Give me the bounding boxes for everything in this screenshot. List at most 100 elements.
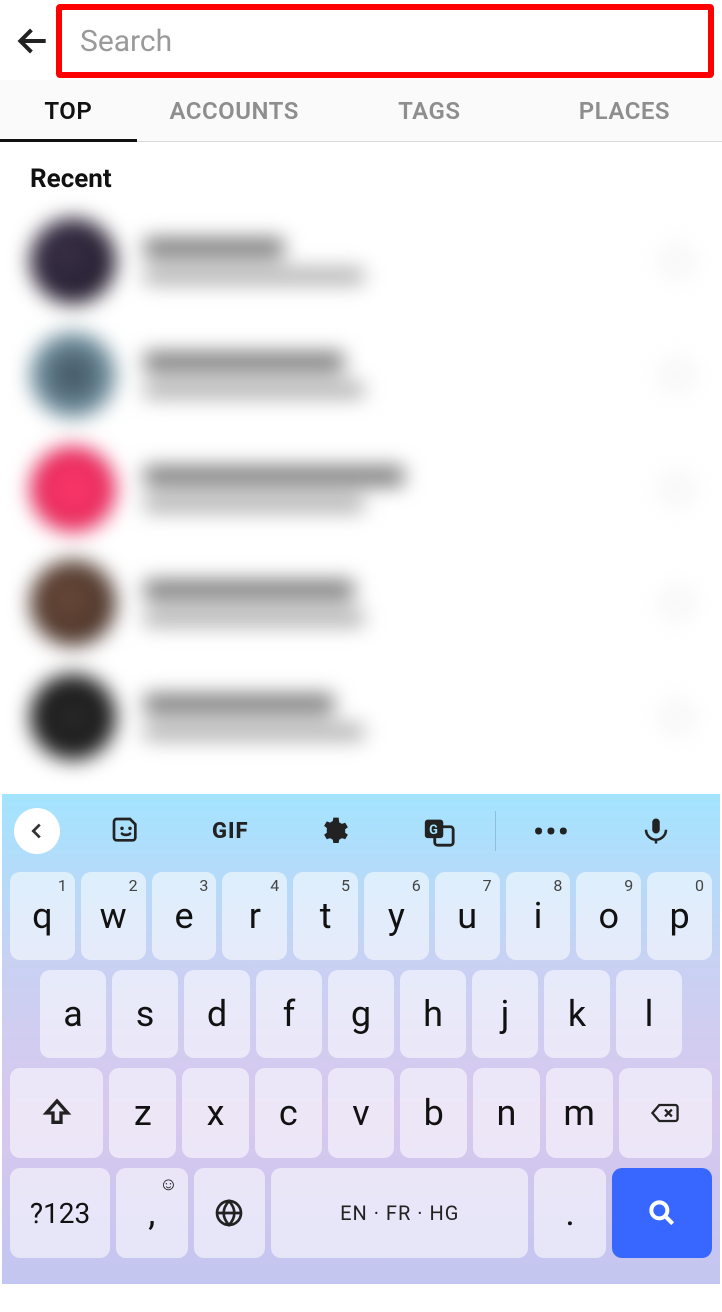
keyboard-settings-button[interactable] <box>282 794 386 868</box>
key-f[interactable]: f <box>256 970 322 1058</box>
key-m[interactable]: m <box>546 1068 613 1158</box>
emoji-hint: ☺ <box>159 1174 177 1195</box>
key-r[interactable]: r4 <box>222 872 287 960</box>
key-z[interactable]: z <box>109 1068 176 1158</box>
remove-recent-button[interactable] <box>662 360 692 390</box>
remove-recent-button[interactable] <box>662 474 692 504</box>
recent-list <box>0 204 722 774</box>
key-w[interactable]: w2 <box>81 872 146 960</box>
list-item[interactable] <box>30 660 692 774</box>
avatar <box>30 674 116 760</box>
tab-tags[interactable]: TAGS <box>332 80 527 141</box>
backspace-key[interactable] <box>619 1068 712 1158</box>
symbols-key[interactable]: ?123 <box>10 1168 110 1258</box>
avatar <box>30 218 116 304</box>
key-i[interactable]: i8 <box>506 872 571 960</box>
back-button[interactable] <box>8 16 58 66</box>
key-e[interactable]: e3 <box>152 872 217 960</box>
key-d[interactable]: d <box>184 970 250 1058</box>
globe-icon <box>213 1197 245 1229</box>
gif-button[interactable]: GIF <box>178 794 282 868</box>
list-item[interactable] <box>30 432 692 546</box>
list-item-title <box>144 466 404 486</box>
keyboard-collapse-button[interactable] <box>14 808 60 854</box>
list-item[interactable] <box>30 546 692 660</box>
list-item-text <box>144 238 662 284</box>
keyboard-row-1: q1w2e3r4t5y6u7i8o9p0 <box>10 872 712 960</box>
list-item-text <box>144 694 662 740</box>
key-y[interactable]: y6 <box>364 872 429 960</box>
period-key[interactable]: . <box>534 1168 605 1258</box>
key-g[interactable]: g <box>328 970 394 1058</box>
sticker-button[interactable] <box>74 794 178 868</box>
tab-top[interactable]: TOP <box>0 80 137 141</box>
list-item[interactable] <box>30 204 692 318</box>
avatar <box>30 560 116 646</box>
list-item-subtitle <box>144 496 364 512</box>
comma-label: , <box>148 1192 155 1234</box>
remove-recent-button[interactable] <box>662 588 692 618</box>
keyboard-toolbar: GIF G ••• <box>8 794 714 868</box>
key-k[interactable]: k <box>544 970 610 1058</box>
microphone-icon <box>641 816 671 846</box>
language-key[interactable] <box>194 1168 265 1258</box>
key-h[interactable]: h <box>400 970 466 1058</box>
voice-input-button[interactable] <box>604 794 708 868</box>
key-v[interactable]: v <box>328 1068 395 1158</box>
tab-accounts[interactable]: ACCOUNTS <box>137 80 332 141</box>
key-q[interactable]: q1 <box>10 872 75 960</box>
soft-keyboard: GIF G ••• q1w2e3r4t5y6u7i8o9p0 asdfghjkl… <box>2 794 720 1284</box>
key-n[interactable]: n <box>473 1068 540 1158</box>
list-item-text <box>144 352 662 398</box>
list-item-subtitle <box>144 610 364 626</box>
search-input-wrap <box>62 10 708 72</box>
list-item-text <box>144 466 662 512</box>
backspace-icon <box>649 1097 681 1129</box>
list-item-title <box>144 238 284 258</box>
comma-key[interactable]: ☺ , <box>116 1168 187 1258</box>
keyboard-more-button[interactable]: ••• <box>500 794 604 868</box>
keyboard-row-4: ?123 ☺ , EN · FR · HG . <box>10 1168 712 1258</box>
search-tabs: TOP ACCOUNTS TAGS PLACES <box>0 80 722 142</box>
key-u[interactable]: u7 <box>435 872 500 960</box>
search-header <box>0 0 722 80</box>
list-item-subtitle <box>144 268 364 284</box>
shift-key[interactable] <box>10 1068 103 1158</box>
key-j[interactable]: j <box>472 970 538 1058</box>
search-action-key[interactable] <box>612 1168 712 1258</box>
list-item-subtitle <box>144 382 364 398</box>
list-item-text <box>144 580 662 626</box>
list-item-subtitle <box>144 724 364 740</box>
translate-button[interactable]: G <box>387 794 491 868</box>
tab-places[interactable]: PLACES <box>527 80 722 141</box>
list-item-title <box>144 352 344 372</box>
key-x[interactable]: x <box>182 1068 249 1158</box>
chevron-left-icon <box>26 820 48 842</box>
search-input[interactable] <box>62 10 708 72</box>
key-c[interactable]: c <box>255 1068 322 1158</box>
keyboard-row-3: zxcvbnm <box>10 1068 712 1158</box>
key-o[interactable]: o9 <box>576 872 641 960</box>
sticker-icon <box>110 815 142 847</box>
translate-icon: G <box>422 814 456 848</box>
arrow-left-icon <box>14 22 52 60</box>
key-t[interactable]: t5 <box>293 872 358 960</box>
search-icon <box>646 1197 678 1229</box>
shift-icon <box>41 1097 73 1129</box>
key-p[interactable]: p0 <box>647 872 712 960</box>
recent-heading: Recent <box>0 142 722 204</box>
remove-recent-button[interactable] <box>662 246 692 276</box>
remove-recent-button[interactable] <box>662 702 692 732</box>
gear-icon <box>318 815 350 847</box>
list-item[interactable] <box>30 318 692 432</box>
key-s[interactable]: s <box>112 970 178 1058</box>
list-item-title <box>144 694 334 714</box>
spacebar-key[interactable]: EN · FR · HG <box>271 1168 528 1258</box>
list-item-title <box>144 580 354 600</box>
key-a[interactable]: a <box>40 970 106 1058</box>
svg-text:G: G <box>429 823 438 838</box>
key-b[interactable]: b <box>400 1068 467 1158</box>
key-l[interactable]: l <box>616 970 682 1058</box>
keyboard-rows: q1w2e3r4t5y6u7i8o9p0 asdfghjkl zxcvbnm ?… <box>8 868 714 1284</box>
avatar <box>30 332 116 418</box>
